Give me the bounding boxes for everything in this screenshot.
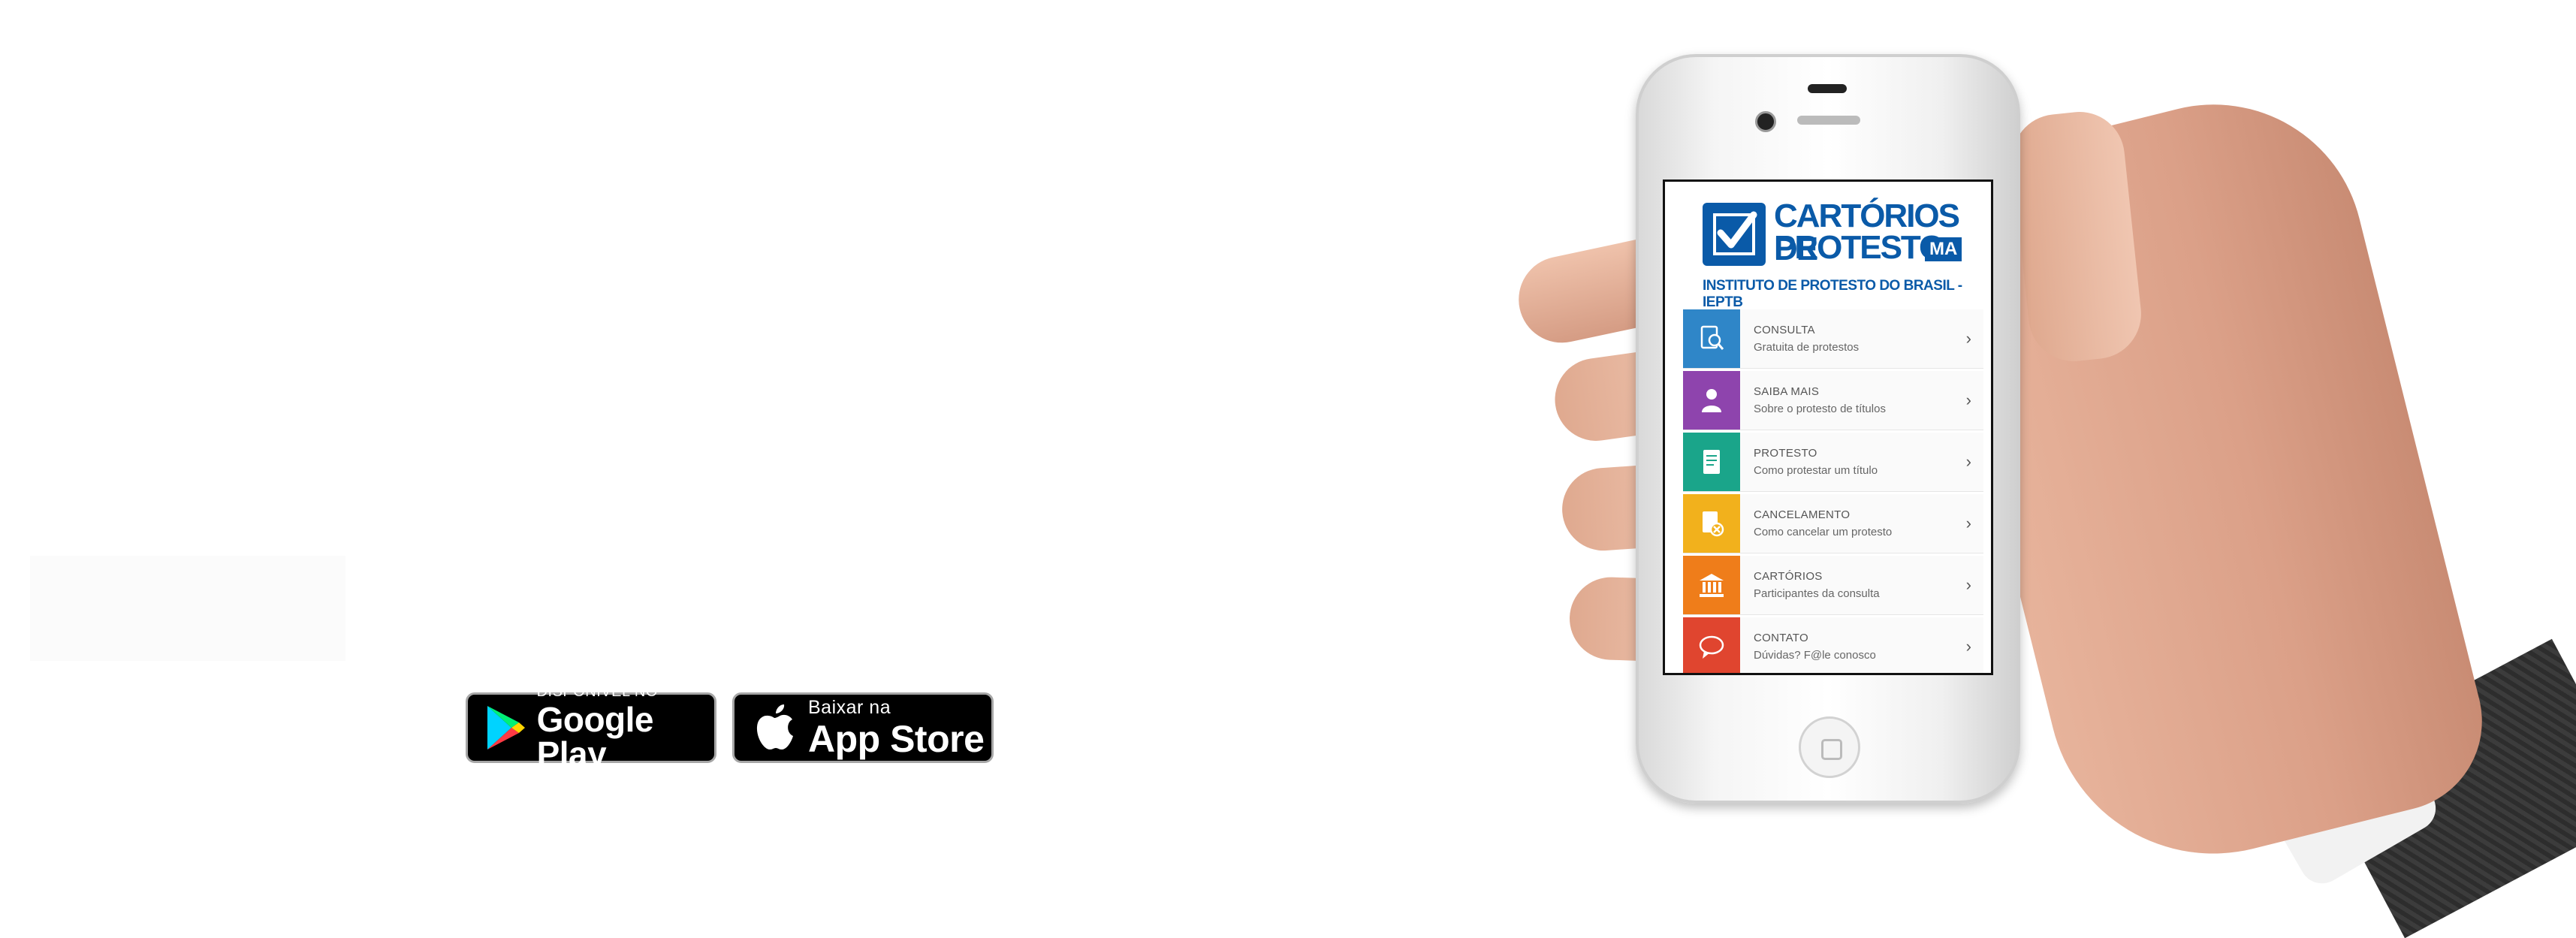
chevron-right-icon: › <box>1965 391 1971 409</box>
chevron-right-icon: › <box>1965 575 1971 594</box>
menu-item-title: CONTATO <box>1754 632 1808 644</box>
menu-item-subtitle: Como cancelar um protesto <box>1754 526 1893 538</box>
app-store-label: App Store <box>808 717 985 760</box>
phone-speaker <box>1808 84 1847 93</box>
background-artwork <box>30 556 345 661</box>
app-logo-title-2: PROTESTO <box>1774 229 1944 266</box>
chevron-right-icon: › <box>1965 514 1971 532</box>
app-logo-subtitle: INSTITUTO DE PROTESTO DO BRASIL - IEPTB <box>1703 278 1962 310</box>
menu-item-title: SAIBA MAIS <box>1754 385 1820 398</box>
speech-bubble-icon <box>1683 617 1740 673</box>
menu-item-title: CARTÓRIOS <box>1754 570 1823 583</box>
menu-item-contato[interactable]: CONTATO Dúvidas? F@le conosco › <box>1683 617 1983 673</box>
menu-item-protesto[interactable]: PROTESTO Como protestar um título › <box>1683 433 1983 492</box>
phone-screen: CARTÓRIOS DE PROTESTO MA INSTITUTO DE PR… <box>1663 179 1993 675</box>
search-document-icon <box>1683 309 1740 368</box>
phone-camera <box>1755 111 1776 132</box>
menu-item-consulta[interactable]: CONSULTA Gratuita de protestos › <box>1683 309 1983 369</box>
building-icon <box>1683 556 1740 614</box>
home-square-icon <box>1821 739 1842 760</box>
menu-item-title: CONSULTA <box>1754 324 1815 336</box>
google-play-label: Google Play <box>536 700 654 774</box>
menu-item-title: PROTESTO <box>1754 447 1817 460</box>
menu-item-subtitle: Sobre o protesto de títulos <box>1754 403 1886 415</box>
menu-item-title: CANCELAMENTO <box>1754 508 1851 521</box>
apple-icon <box>748 701 801 754</box>
phone-earpiece <box>1797 116 1860 125</box>
document-icon <box>1683 433 1740 491</box>
person-info-icon <box>1683 371 1740 430</box>
menu-item-cancelamento[interactable]: CANCELAMENTO Como cancelar um protesto › <box>1683 494 1983 553</box>
menu-item-subtitle: Como protestar um título <box>1754 464 1878 477</box>
phone-device: CARTÓRIOS DE PROTESTO MA INSTITUTO DE PR… <box>1636 54 2020 804</box>
document-cancel-icon <box>1683 494 1740 553</box>
menu-item-subtitle: Gratuita de protestos <box>1754 341 1860 354</box>
menu-item-subtitle: Dúvidas? F@le conosco <box>1754 649 1876 662</box>
google-play-small-label: DISPONÍVEL NO <box>536 683 658 700</box>
chevron-right-icon: › <box>1965 452 1971 471</box>
google-play-icon <box>481 701 529 754</box>
google-play-badge[interactable]: DISPONÍVEL NO Google Play <box>466 684 716 771</box>
phone-home-button[interactable] <box>1799 716 1860 778</box>
menu-item-cartorios[interactable]: CARTÓRIOS Participantes da consulta › <box>1683 556 1983 615</box>
app-header: CARTÓRIOS DE PROTESTO MA INSTITUTO DE PR… <box>1665 182 1991 310</box>
checkmark-logo-icon <box>1703 203 1766 266</box>
app-store-small-label: Baixar na <box>808 696 891 718</box>
chevron-right-icon: › <box>1965 329 1971 348</box>
menu-item-subtitle: Participantes da consulta <box>1754 587 1880 600</box>
menu-item-saiba-mais[interactable]: SAIBA MAIS Sobre o protesto de títulos › <box>1683 371 1983 430</box>
chevron-right-icon: › <box>1965 637 1971 656</box>
app-store-badge[interactable]: Baixar na App Store <box>732 692 994 763</box>
app-logo-state-badge: MA <box>1925 237 1962 261</box>
app-menu: CONSULTA Gratuita de protestos › SAIBA M… <box>1683 309 1983 673</box>
